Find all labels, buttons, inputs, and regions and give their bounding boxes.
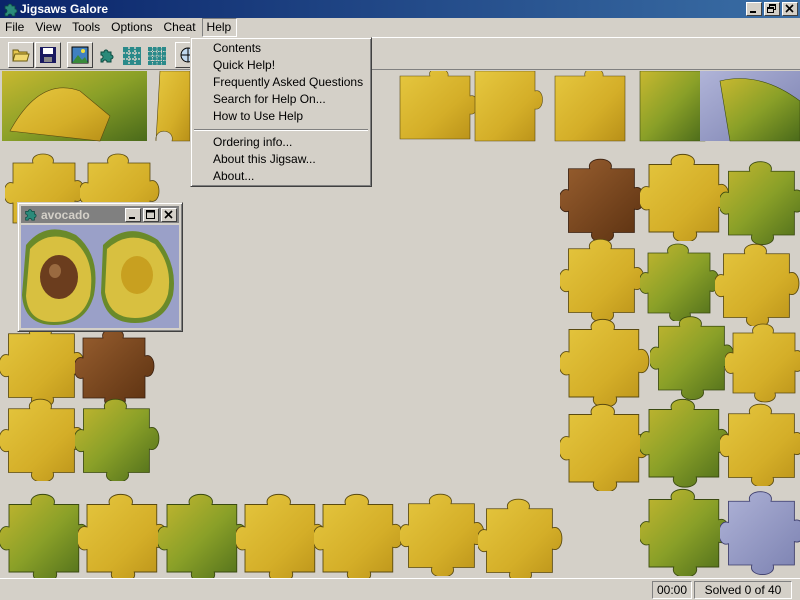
title-bar: Jigsaws Galore [0,0,800,18]
puzzle-piece[interactable] [554,71,626,142]
menu-separator [194,129,368,131]
puzzle-piece[interactable] [639,243,720,322]
avocado-preview-image [21,225,179,328]
close-button[interactable] [782,2,798,16]
menu-cheat[interactable]: Cheat [159,18,202,37]
preview-maximize-button[interactable] [143,208,159,222]
puzzle-piece[interactable] [313,493,404,578]
puzzle-piece[interactable] [724,323,800,403]
status-bar: 00:00 Solved 0 of 40 [0,578,800,600]
menu-help[interactable]: Help [201,18,238,37]
grid-icon [123,47,141,65]
puzzle-piece[interactable] [399,493,485,577]
puzzle-piece[interactable] [559,318,650,407]
puzzle-piece[interactable] [77,493,168,578]
puzzle-piece[interactable] [157,493,248,578]
puzzle-piece[interactable] [559,238,645,322]
puzzle-piece[interactable] [639,488,730,577]
puzzle-piece[interactable] [559,403,650,492]
menu-item-about[interactable]: About... [213,168,254,185]
puzzle-piece[interactable] [559,158,645,242]
close-icon [164,210,173,219]
maximize-icon [146,210,155,219]
puzzle-piece[interactable] [714,243,800,327]
menu-item-ordering-info[interactable]: Ordering info... [213,134,292,151]
close-icon [785,4,794,13]
solved-counter: Solved 0 of 40 [694,581,792,599]
puzzle-piece[interactable] [649,316,735,401]
grid-small-button[interactable] [118,42,144,68]
timer: 00:00 [652,581,692,599]
menu-item-about-jigsaw[interactable]: About this Jigsaw... [213,151,316,168]
open-button[interactable] [8,42,34,68]
restore-button[interactable] [764,2,780,16]
menu-file[interactable]: File [0,18,30,37]
menu-item-faq[interactable]: Frequently Asked Questions [213,74,363,91]
preview-window[interactable]: avocado [17,202,183,332]
puzzle-piece[interactable] [0,323,85,407]
grid-large-button[interactable] [143,42,169,68]
menu-view[interactable]: View [30,18,67,37]
puzzle-piece[interactable] [477,498,563,578]
puzzle-piece[interactable] [719,161,800,246]
minimize-icon [750,11,756,13]
preview-title: avocado [41,208,90,222]
puzzle-app-icon [25,209,37,221]
menu-options[interactable]: Options [106,18,158,37]
menu-item-quick-help[interactable]: Quick Help! [213,57,275,74]
restore-icon [767,4,776,13]
save-button[interactable] [35,42,61,68]
menu-item-search-help[interactable]: Search for Help On... [213,91,326,108]
floppy-disk-icon [40,47,56,63]
puzzle-piece[interactable] [0,493,90,578]
help-menu-dropdown: Contents Quick Help! Frequently Asked Qu… [190,37,372,187]
puzzle-piece[interactable] [399,71,478,140]
puzzle-piece[interactable] [155,71,191,142]
preview-close-button[interactable] [161,208,177,222]
menu-bar: File View Tools Options Cheat Help [0,18,800,37]
puzzle-piece[interactable] [639,71,706,142]
menu-item-contents[interactable]: Contents [213,40,261,57]
puzzle-piece[interactable] [639,153,730,242]
menu-item-how-to-use-help[interactable]: How to Use Help [213,108,303,125]
preview-minimize-button[interactable] [125,208,141,222]
puzzle-piece[interactable] [719,403,800,487]
window-title: Jigsaws Galore [20,2,109,16]
puzzle-app-icon [4,3,18,17]
puzzle-piece[interactable] [474,71,543,142]
minimize-button[interactable] [746,2,762,16]
puzzle-piece[interactable] [74,328,155,407]
puzzle-piece-button[interactable] [94,42,120,68]
grid-large-icon [148,47,166,65]
picture-button[interactable] [67,42,93,68]
picture-icon [71,46,89,64]
preview-title-bar[interactable]: avocado [21,206,179,223]
puzzle-piece[interactable] [235,493,326,578]
puzzle-piece[interactable] [639,398,730,488]
puzzle-piece[interactable] [74,398,160,482]
toolbar [0,37,800,70]
puzzle-piece[interactable] [719,491,800,576]
folder-open-icon [12,49,30,62]
puzzle-piece[interactable] [0,398,85,482]
puzzle-piece-icon [100,49,114,63]
minimize-icon [129,217,135,219]
menu-tools[interactable]: Tools [67,18,106,37]
